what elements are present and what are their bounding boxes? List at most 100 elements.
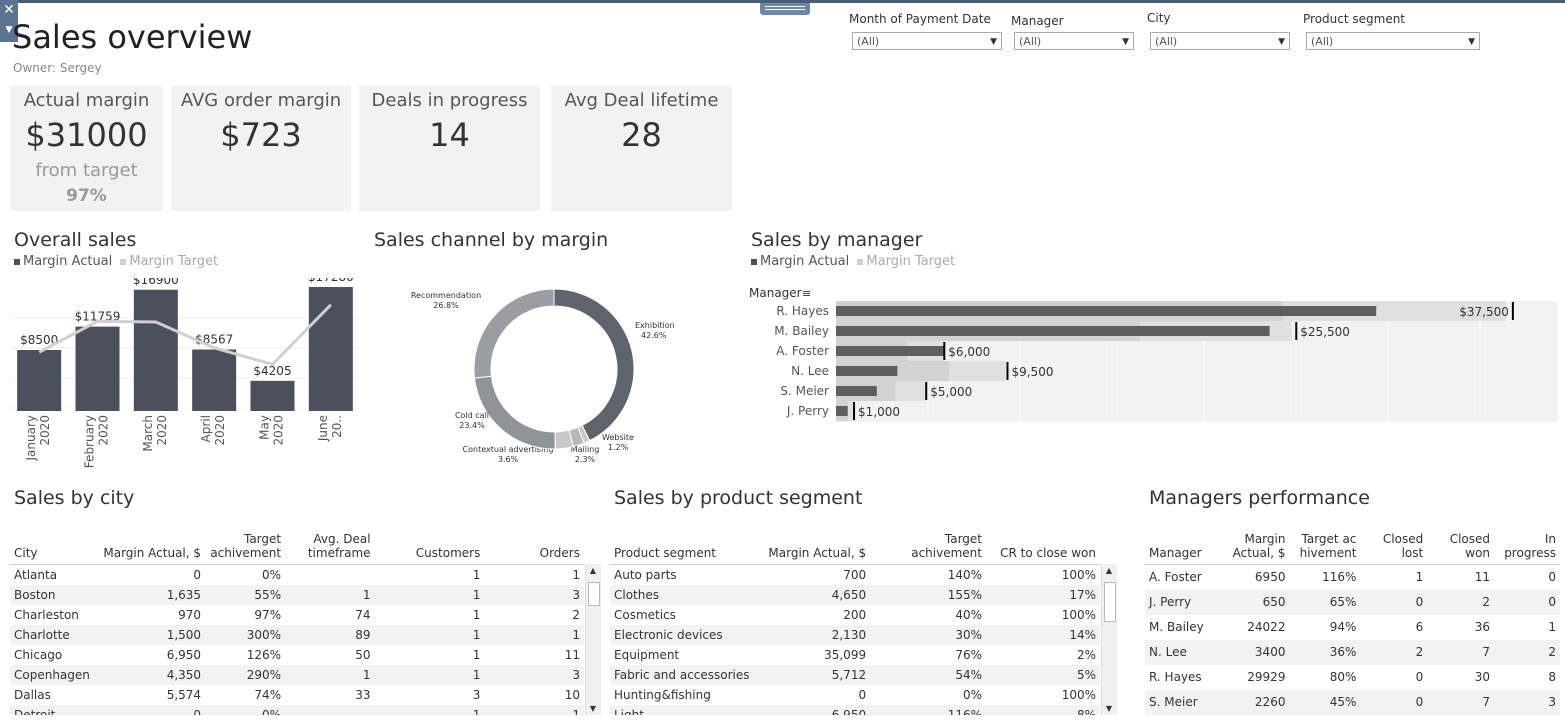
actual-bar[interactable] [836, 306, 1377, 316]
dropdown-arrow-icon[interactable]: ▼ [1278, 33, 1285, 51]
scroll-down-icon[interactable]: ▼ [586, 704, 600, 713]
segment-scrollbar[interactable]: ▲ ▼ [1101, 564, 1117, 715]
scroll-thumb[interactable] [1104, 582, 1116, 622]
table-row[interactable]: Atlanta 0 0% 1 1 [10, 564, 584, 585]
drag-handle[interactable] [760, 3, 810, 15]
slice-pct: 3.6% [498, 455, 519, 464]
table-row[interactable]: Electronic devices 2,130 30% 14% [610, 624, 1100, 645]
target-label: $25,500 [1300, 325, 1350, 339]
table-cell: 29929 [1247, 670, 1286, 684]
table-row[interactable]: Auto parts 700 140% 100% [610, 564, 1100, 585]
city-scrollbar[interactable]: ▲ ▼ [585, 564, 601, 715]
col-target[interactable]: Target achivement [205, 520, 285, 564]
table-row[interactable]: Clothes 4,650 155% 17% [610, 584, 1100, 605]
table-row[interactable]: Copenhagen 4,350 290% 1 1 3 [10, 664, 584, 685]
table-row[interactable]: R. Hayes 29929 80% 0 30 8 [1145, 665, 1560, 690]
col-lost[interactable]: Closed lost [1360, 520, 1427, 564]
col-customers[interactable]: Customers [375, 520, 485, 564]
table-cell: 0 [193, 567, 202, 582]
actual-bar[interactable] [836, 326, 1270, 336]
actual-bar[interactable] [836, 346, 945, 356]
table-cell: 116% [947, 707, 982, 716]
col-segment[interactable]: Product segment [610, 520, 756, 564]
col-cr[interactable]: CR to close won [986, 520, 1100, 564]
col-won[interactable]: Closed won [1427, 520, 1494, 564]
table-cell: 0 [858, 687, 867, 702]
scroll-up-icon[interactable]: ▲ [1102, 566, 1116, 575]
donut-slice[interactable] [553, 288, 635, 442]
dropdown-arrow-icon[interactable]: ▼ [990, 33, 997, 51]
sort-icon[interactable]: ≡ [802, 287, 811, 300]
scroll-down-icon[interactable]: ▼ [1102, 704, 1116, 713]
kpi-value: 28 [621, 116, 662, 154]
table-row[interactable]: Cosmetics 200 40% 100% [610, 605, 1100, 625]
actual-bar[interactable] [836, 386, 877, 396]
col-target[interactable]: Target ac hivement [1289, 520, 1360, 564]
bar[interactable] [75, 326, 120, 411]
table-cell: 0 [1415, 670, 1424, 684]
filter-manager-label: Manager [1011, 14, 1064, 28]
actual-bar[interactable] [836, 366, 898, 376]
slice-label: Cold call [455, 411, 489, 420]
table-row[interactable]: Hunting&fishing 0 0% 100% [610, 685, 1100, 705]
col-orders[interactable]: Orders [484, 520, 584, 564]
donut-slice[interactable] [473, 288, 555, 379]
legend-actual-swatch [14, 258, 20, 265]
table-row[interactable]: Dallas 5,574 74% 33 3 10 [10, 685, 584, 705]
col-progress[interactable]: In progress [1494, 520, 1560, 564]
filter-month-select[interactable]: (All) ▼ [852, 32, 1002, 50]
filter-city-select[interactable]: (All) ▼ [1150, 32, 1290, 50]
close-icon[interactable]: ✕ [0, 0, 18, 20]
table-cell: 36% [1329, 645, 1357, 659]
col-manager[interactable]: Manager [1145, 520, 1219, 564]
table-cell: 0% [962, 687, 982, 702]
scroll-up-icon[interactable]: ▲ [586, 566, 600, 575]
table-row[interactable]: Charleston 970 97% 74 1 2 [10, 605, 584, 625]
dropdown-arrow-icon[interactable]: ▼ [1468, 33, 1475, 51]
table-cell: 7 [1482, 645, 1491, 659]
col-margin[interactable]: Margin Actual, $ [756, 520, 870, 564]
table-row[interactable]: A. Foster 6950 116% 1 11 0 [1145, 564, 1560, 590]
bar[interactable] [133, 289, 178, 411]
table-row[interactable]: Fabric and accessories 5,712 54% 5% [610, 664, 1100, 685]
table-row[interactable]: S. Meier 2260 45% 0 7 3 [1145, 689, 1560, 715]
table-row[interactable]: Light 6,950 116% 8% [610, 704, 1100, 716]
filter-manager-select[interactable]: (All) ▼ [1014, 32, 1134, 50]
table-row[interactable]: M. Bailey 24022 94% 6 36 1 [1145, 615, 1560, 640]
table-cell: 5,712 [831, 667, 867, 682]
bar[interactable] [250, 380, 295, 411]
col-city[interactable]: City [10, 520, 95, 564]
kpi-label: Avg Deal lifetime [564, 90, 719, 111]
table-row[interactable]: N. Lee 3400 36% 2 7 2 [1145, 639, 1560, 665]
overall-legend: Margin Actual Margin Target [14, 254, 218, 269]
col-margin[interactable]: Margin Actual, $ [95, 520, 205, 564]
table-cell: 1 [572, 707, 580, 716]
table-row[interactable]: Equipment 35,099 76% 2% [610, 645, 1100, 665]
scroll-thumb[interactable] [588, 582, 600, 606]
filter-segment-select[interactable]: (All) ▼ [1306, 32, 1480, 50]
table-row[interactable]: J. Perry 650 65% 0 2 0 [1145, 589, 1560, 615]
col-target[interactable]: Target achivement [870, 520, 986, 564]
bar[interactable] [17, 350, 62, 411]
x-tick-label: February2020 [83, 415, 111, 468]
table-header-row: Manager Margin Actual, $ Target ac hivem… [1145, 520, 1560, 564]
sales-channel-donut: Exhibition42.6%Website1.2%Mailing2.3%Con… [411, 288, 675, 464]
legend-target: Margin Target [866, 254, 956, 269]
col-timeframe[interactable]: Avg. Deal timeframe [285, 520, 374, 564]
col-margin[interactable]: Margin Actual, $ [1219, 520, 1290, 564]
target-label: $6,000 [948, 345, 990, 359]
table-cell: 1 [472, 647, 481, 662]
table-cell: 10 [564, 687, 580, 702]
actual-bar[interactable] [836, 406, 848, 416]
table-row[interactable]: Detroit 0 0% 1 1 [10, 704, 584, 716]
dropdown-arrow-icon[interactable]: ▼ [1122, 33, 1129, 51]
table-cell: 45% [1329, 695, 1357, 709]
table-cell: 3 [1548, 695, 1556, 709]
bar[interactable] [192, 349, 237, 411]
table-row[interactable]: Chicago 6,950 126% 50 1 11 [10, 645, 584, 665]
channel-title: Sales channel by margin [374, 229, 609, 251]
table-row[interactable]: Boston 1,635 55% 1 1 3 [10, 584, 584, 605]
table-row[interactable]: Charlotte 1,500 300% 89 1 1 [10, 624, 584, 645]
table-cell: 1 [1415, 570, 1424, 584]
city-table-wrap: City Margin Actual, $ Target achivement … [10, 520, 584, 715]
